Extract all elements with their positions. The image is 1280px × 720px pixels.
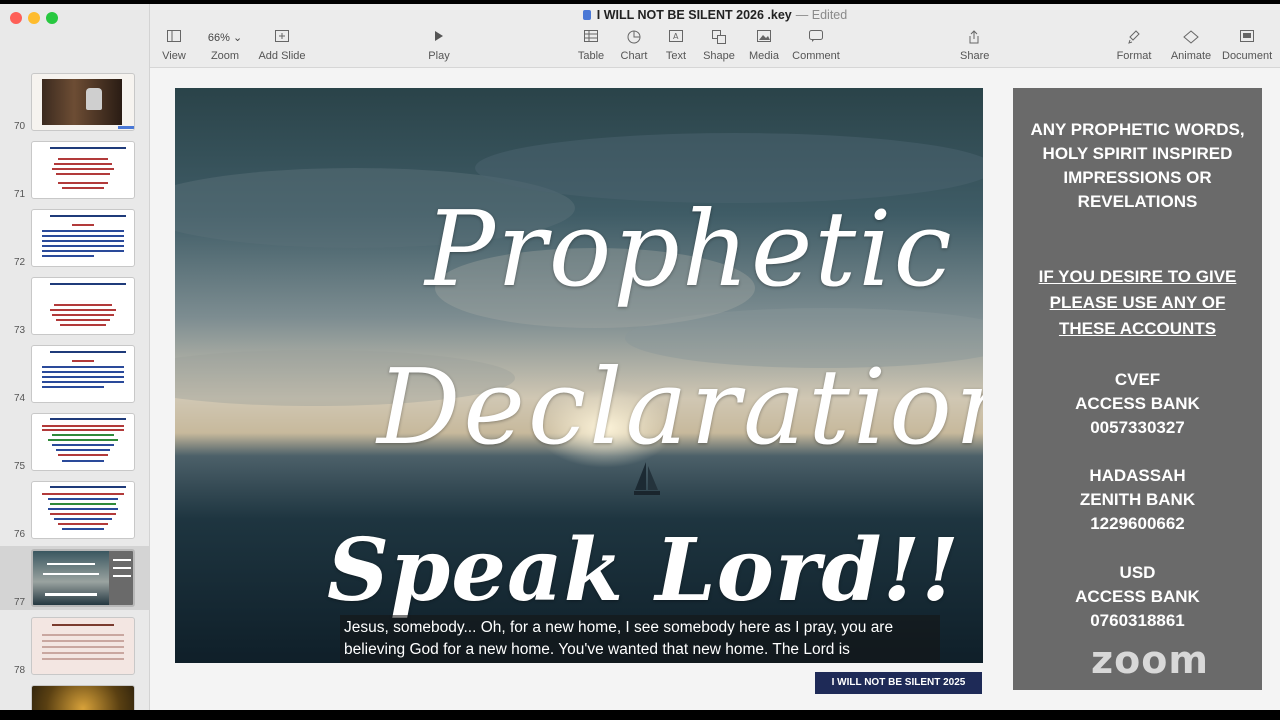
account-hadassah: HADASSAH ZENITH BANK 1229600662 [1079, 466, 1196, 533]
slide-thumbnail[interactable] [31, 277, 135, 335]
maximize-window-button[interactable] [46, 12, 58, 24]
share-icon [960, 30, 988, 46]
keynote-window: 70 71 72 73 74 75 76 77 78 I WILL NOT BE… [0, 4, 1280, 710]
animate-icon [1170, 30, 1212, 46]
slide-thumbnail-row[interactable]: 74 [0, 342, 149, 406]
slide-thumbnail-row[interactable]: 78 [0, 614, 149, 678]
slide-thumbnail[interactable] [31, 685, 135, 710]
text-icon: A [664, 30, 688, 46]
comment-icon [792, 30, 840, 46]
slide-number: 76 [14, 529, 26, 540]
slide-number: 77 [14, 597, 26, 608]
slide-navigator[interactable]: 70 71 72 73 74 75 76 77 78 [0, 4, 150, 710]
event-banner: I WILL NOT BE SILENT 2025 [815, 672, 982, 694]
add-slide-button[interactable]: Add Slide [258, 30, 306, 62]
slide-title-line-2: Declarations [377, 346, 983, 468]
window-title: I WILL NOT BE SILENT 2026 .key — Edited [150, 8, 1280, 22]
account-usd: USD ACCESS BANK 0760318861 [1075, 563, 1200, 630]
document-button[interactable]: Document [1222, 30, 1272, 62]
slide-number: 78 [14, 665, 26, 676]
share-button[interactable]: Share [960, 30, 989, 62]
slide-thumbnail[interactable] [31, 141, 135, 199]
slide-thumbnail[interactable] [31, 549, 135, 607]
chevron-down-icon: ⌄ [232, 32, 243, 44]
table-button[interactable]: Table [577, 30, 605, 62]
toolbar: I WILL NOT BE SILENT 2026 .key — Edited V… [150, 4, 1280, 68]
prophetic-words-block: ANY PROPHETIC WORDS, HOLY SPIRIT INSPIRE… [1030, 120, 1245, 211]
shape-icon [703, 30, 735, 46]
play-button[interactable]: Play [426, 30, 452, 62]
document-icon [582, 10, 591, 20]
chart-icon [620, 30, 648, 46]
bottom-letterbox [0, 710, 1280, 720]
table-icon [577, 30, 605, 46]
zoom-logo: zoom [1091, 638, 1209, 682]
minimize-window-button[interactable] [28, 12, 40, 24]
document-icon [1222, 30, 1272, 46]
slide-thumbnail-row[interactable] [0, 682, 149, 710]
view-button[interactable]: View [160, 30, 188, 62]
slide-thumbnail[interactable] [31, 73, 135, 131]
live-caption: Jesus, somebody... Oh, for a new home, I… [340, 615, 940, 663]
slide-thumbnail[interactable] [31, 481, 135, 539]
sidebar-icon [160, 30, 188, 46]
play-icon [426, 30, 452, 46]
slide-number: 70 [14, 121, 26, 132]
slide-thumbnail-row-selected[interactable]: 77 [0, 546, 149, 610]
slide-thumbnail-row[interactable]: 71 [0, 138, 149, 202]
give-instructions: IF YOU DESIRE TO GIVE PLEASE USE ANY OF … [1038, 267, 1237, 338]
slide-number: 74 [14, 393, 26, 404]
paintbrush-icon [1116, 30, 1152, 46]
svg-text:A: A [673, 32, 679, 41]
slide-thumbnail[interactable] [31, 209, 135, 267]
chart-button[interactable]: Chart [620, 30, 648, 62]
slide-thumbnail[interactable] [31, 413, 135, 471]
slide-thumbnail-row[interactable]: 72 [0, 206, 149, 270]
slide-thumbnail-row[interactable]: 75 [0, 410, 149, 474]
slide-canvas[interactable]: Prophetic Declarations Speak Lord!! Jesu… [150, 68, 1280, 710]
info-panel: ANY PROPHETIC WORDS, HOLY SPIRIT INSPIRE… [1013, 88, 1262, 690]
account-cvef: CVEF ACCESS BANK 0057330327 [1075, 370, 1200, 437]
media-button[interactable]: Media [748, 30, 780, 62]
zoom-button[interactable]: 66% ⌄ Zoom [205, 30, 245, 62]
slide-title-line-3: Speak Lord!! [327, 520, 960, 621]
slide-thumbnail-row[interactable]: 73 [0, 274, 149, 338]
slide-number: 72 [14, 257, 26, 268]
slide-thumbnail-row[interactable]: 76 [0, 478, 149, 542]
animate-button[interactable]: Animate [1170, 30, 1212, 62]
slide-thumbnail[interactable] [31, 617, 135, 675]
text-button[interactable]: A Text [664, 30, 688, 62]
slide-thumbnail-row[interactable]: 70 [0, 70, 149, 134]
current-slide[interactable]: Prophetic Declarations Speak Lord!! Jesu… [175, 88, 983, 663]
slide-number: 73 [14, 325, 26, 336]
comment-button[interactable]: Comment [792, 30, 840, 62]
shape-button[interactable]: Shape [703, 30, 735, 62]
close-window-button[interactable] [10, 12, 22, 24]
media-icon [748, 30, 780, 46]
format-button[interactable]: Format [1116, 30, 1152, 62]
add-slide-icon [258, 30, 306, 46]
slide-number: 71 [14, 189, 26, 200]
slide-thumbnail[interactable] [31, 345, 135, 403]
slide-title-line-1: Prophetic [425, 188, 954, 310]
slide-number: 75 [14, 461, 26, 472]
